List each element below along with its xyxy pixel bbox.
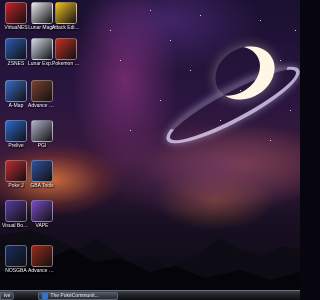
desktop-icon-label: Advance Starter: [28, 268, 56, 274]
desktop-icon-adv_starter[interactable]: Advance Starter: [28, 245, 56, 274]
desktop-icon-label: ZSNES: [7, 61, 25, 67]
browser-icon: [42, 292, 49, 299]
desktop-icon-label: GBA Tools: [30, 183, 54, 189]
desktop-icon-label: NOSGBA: [5, 268, 27, 274]
desktop-icon-label: Pokemon Episode Pro: [52, 61, 80, 67]
attack-editor-icon: [55, 2, 77, 24]
desktop-icon-attack_pro[interactable]: Attack Editor Pro: [52, 2, 80, 31]
nosgba-icon: [5, 245, 27, 267]
desktop-icon-label: Prelive: [8, 143, 24, 149]
desktop-icon-label: PGI: [37, 143, 47, 149]
pgi-icon: [31, 120, 53, 142]
desktop-icon-label: Visual Boy Advance: [2, 223, 30, 229]
advance-map2-icon: [31, 80, 53, 102]
desktop-icon-adv_map[interactable]: Advance Map: [28, 80, 56, 109]
lunar-expand-icon: [31, 38, 53, 60]
advance-map-icon: [5, 80, 27, 102]
desktop-icon-pgi[interactable]: PGI: [28, 120, 56, 149]
virtuanes-icon: [5, 2, 27, 24]
desktop-icon-label: Advance Map: [28, 103, 56, 109]
advance-starter-icon: [31, 245, 53, 267]
pokemon-icon: [55, 38, 77, 60]
desktop-icon-gba_tools[interactable]: GBA Tools: [28, 160, 56, 189]
desktop-icon-label: A-Map: [8, 103, 24, 109]
desktop-icon-visualnes[interactable]: VirtuaNES: [2, 2, 30, 31]
prelive-icon: [5, 120, 27, 142]
vape-icon: [31, 200, 53, 222]
visualboy-icon: [5, 200, 27, 222]
desktop-icon-label: Attack Editor Pro: [52, 25, 80, 31]
desktop-icon-label: Poke J: [8, 183, 24, 189]
taskbar-window-label: The PokéCommunit...: [50, 292, 99, 299]
desktop-icon-pokemon_ep[interactable]: Pokemon Episode Pro: [52, 38, 80, 67]
lunar-magic-icon: [31, 2, 53, 24]
zsnes-icon: [5, 38, 27, 60]
desktop-icon-vape[interactable]: VAPE: [28, 200, 56, 229]
taskbar-window-button[interactable]: The PokéCommunit...: [38, 291, 119, 300]
start-label: ive: [4, 292, 11, 299]
desktop-wallpaper: VirtuaNESLunar MagicAttack Editor ProZSN…: [0, 0, 300, 290]
desktop-icon-label: VirtuaNES: [4, 25, 28, 31]
desktop-icon-visual_boy[interactable]: Visual Boy Advance: [2, 200, 30, 229]
desktop-icon-nosgba[interactable]: NOSGBA: [2, 245, 30, 274]
pokej-icon: [5, 160, 27, 182]
gba-tools-icon: [31, 160, 53, 182]
desktop-icon-zsnes[interactable]: ZSNES: [2, 38, 30, 67]
desktop-icon-advancemap[interactable]: A-Map: [2, 80, 30, 109]
desktop-icon-label: VAPE: [35, 223, 49, 229]
start-button[interactable]: ive: [0, 291, 15, 300]
taskbar: ive The PokéCommunit...: [0, 290, 300, 300]
desktop-icon-prelive[interactable]: Prelive: [2, 120, 30, 149]
desktop-icon-pj[interactable]: Poke J: [2, 160, 30, 189]
